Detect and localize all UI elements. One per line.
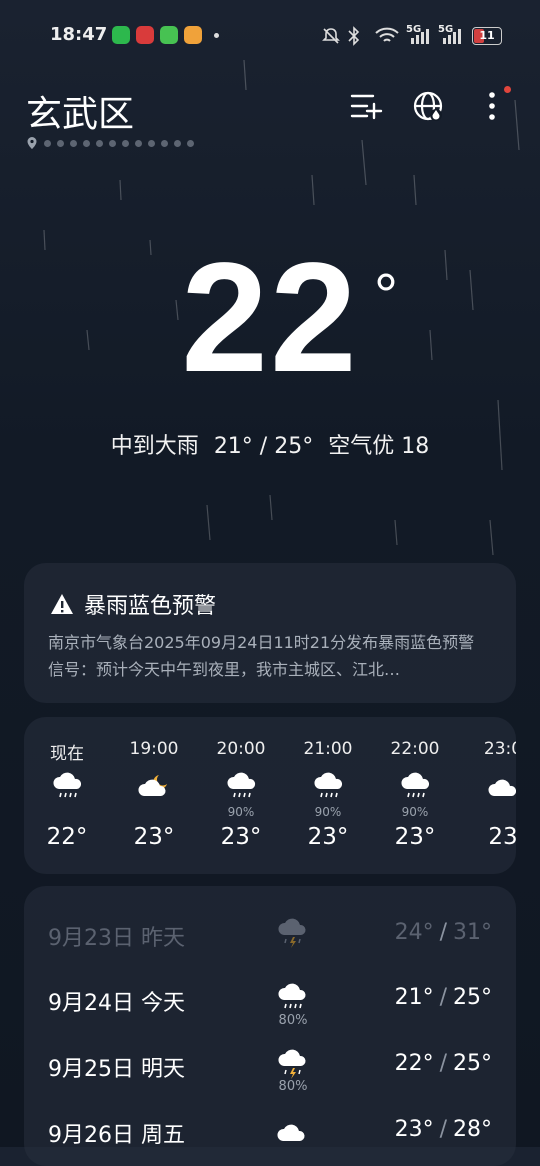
mute-icon — [322, 28, 340, 44]
thunderstorm-icon — [278, 918, 306, 948]
day-row[interactable]: 9月25日 明天 80% 22°/25° — [24, 1017, 516, 1094]
page-dot — [109, 139, 116, 147]
day-row[interactable]: 9月24日 今天 80% 21°/25° — [24, 951, 516, 1028]
hour-time: 21:00 — [303, 739, 353, 759]
day-date: 9月26日 周五 — [48, 1123, 185, 1148]
hour-time: 19:00 — [129, 739, 179, 759]
hourly-forecast-card[interactable]: 现在 22° 19:00 23° 20:00 90% 23° 21:00 90% — [24, 717, 516, 874]
alert-title: 暴雨蓝色预警 — [84, 594, 217, 619]
current-temperature: 22 ° — [0, 240, 540, 396]
cloud-rain-icon — [278, 983, 306, 1009]
hour-temp: 23 — [488, 824, 516, 850]
battery-indicator: 11 — [472, 27, 502, 45]
more-vertical-icon[interactable] — [476, 90, 510, 124]
day-high: 28° — [453, 1117, 492, 1142]
alert-title-row: 暴雨蓝色预警 — [50, 588, 216, 620]
app-orange-icon — [184, 26, 202, 44]
degree-symbol: ° — [374, 262, 400, 329]
weather-summary: 中到大雨 21° / 25° 空气优 18 — [0, 428, 540, 460]
hour-time: 23:0 — [483, 739, 516, 759]
weather-alert-card[interactable]: 暴雨蓝色预警 南京市气象台2025年09月24日11时21分发布暴雨蓝色预警信号… — [24, 563, 516, 703]
page-dot — [135, 139, 142, 147]
cloud-icon — [277, 1124, 305, 1141]
notification-badge — [504, 86, 511, 93]
day-high: 25° — [453, 985, 492, 1010]
warning-icon — [51, 594, 73, 614]
hour-time: 22:00 — [390, 739, 440, 759]
notification-dot — [214, 33, 219, 38]
status-time: 18:47 — [50, 24, 108, 45]
condition-text: 中到大雨 — [110, 434, 199, 459]
day-row[interactable]: 9月23日 昨天 24°/31° — [24, 886, 516, 951]
daily-forecast-card[interactable]: 9月23日 昨天 24°/31° 9月24日 今天 80% 21°/25° 9月… — [24, 886, 516, 1166]
hour-precip: 90% — [401, 805, 429, 819]
cloud-rain-icon — [53, 772, 82, 798]
page-dot — [44, 139, 51, 147]
page-dot — [161, 139, 168, 147]
battery-level: 11 — [479, 29, 495, 42]
day-low: 23° — [394, 1117, 434, 1142]
day-low: 21° — [394, 985, 434, 1010]
hour-precip: 90% — [314, 805, 342, 819]
cloud-icon — [488, 779, 516, 796]
day-range: 24°/31° — [394, 920, 492, 945]
list-add-icon[interactable] — [349, 90, 383, 124]
day-low: 24° — [394, 920, 434, 945]
day-row[interactable]: 9月26日 周五 23°/28° — [24, 1083, 516, 1148]
wifi-icon — [375, 27, 399, 42]
cloud-rain-icon — [227, 772, 256, 798]
status-bar: 18:47 5G 5G 11 — [0, 0, 540, 70]
hour-temp: 23° — [220, 824, 262, 850]
day-date: 9月23日 昨天 — [48, 926, 185, 951]
day-range: 22°/25° — [394, 1051, 492, 1076]
bluetooth-icon — [348, 26, 360, 46]
alert-body: 南京市气象台2025年09月24日11时21分发布暴雨蓝色预警信号：预计今天中午… — [48, 633, 475, 679]
page-dot — [148, 139, 155, 147]
wechat-icon — [112, 26, 130, 44]
hour-time: 现在 — [50, 744, 84, 764]
air-quality[interactable]: 空气优 18 — [328, 434, 429, 459]
temperature-value: 22 — [181, 231, 359, 405]
page-dot — [57, 139, 64, 147]
page-dot — [187, 139, 194, 147]
signal-icon-2 — [443, 29, 461, 44]
page-dot — [70, 139, 77, 147]
temperature-range: 21° / 25° — [213, 434, 314, 459]
day-high: 31° — [453, 920, 492, 945]
day-range: 21°/25° — [394, 985, 492, 1010]
cloud-rain-icon — [401, 772, 430, 798]
day-date: 9月25日 明天 — [48, 1057, 185, 1082]
hour-temp: 23° — [307, 824, 349, 850]
thunderstorm-icon — [278, 1049, 306, 1079]
cloud-moon-icon — [138, 775, 167, 796]
hour-temp: 22° — [46, 824, 88, 850]
hour-temp: 23° — [394, 824, 436, 850]
day-range: 23°/28° — [394, 1117, 492, 1142]
page-dot — [122, 139, 129, 147]
page-dot — [83, 139, 90, 147]
signal-icon — [411, 29, 429, 44]
city-title[interactable]: 玄武区 — [26, 85, 134, 137]
hour-temp: 23° — [133, 824, 175, 850]
location-pin-icon — [27, 137, 37, 149]
day-low: 22° — [394, 1051, 434, 1076]
app-red-icon — [136, 26, 154, 44]
cloud-rain-icon — [314, 772, 343, 798]
day-date: 9月24日 今天 — [48, 991, 185, 1016]
message-icon — [160, 26, 178, 44]
globe-icon[interactable] — [412, 90, 446, 124]
day-high: 25° — [453, 1051, 492, 1076]
page-dot — [96, 139, 103, 147]
page-dot — [174, 139, 181, 147]
hour-time: 20:00 — [216, 739, 266, 759]
city-pager[interactable] — [26, 136, 194, 150]
hour-precip: 90% — [227, 805, 255, 819]
